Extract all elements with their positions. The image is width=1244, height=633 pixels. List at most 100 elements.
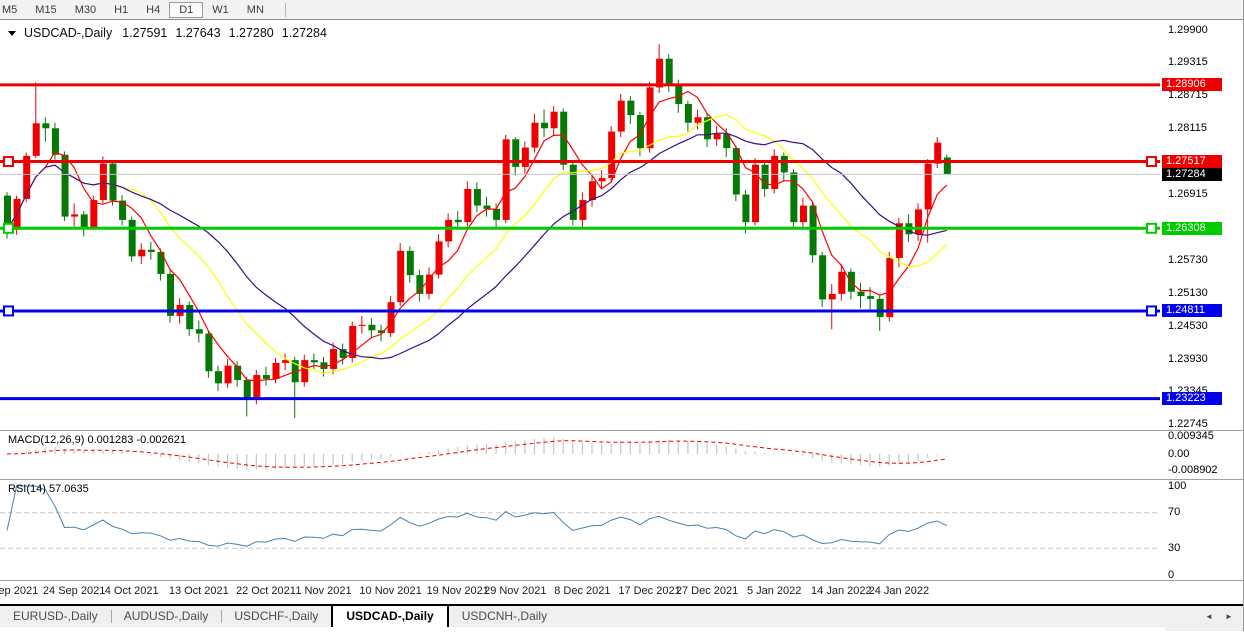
- candle: [81, 214, 88, 227]
- hline-end-marker[interactable]: [4, 224, 13, 233]
- candle: [714, 134, 721, 140]
- price-tick: 1.23930: [1168, 353, 1208, 366]
- macd-axis-tick: 0.009345: [1168, 430, 1214, 443]
- candle: [244, 380, 251, 399]
- candle: [522, 148, 529, 167]
- candle: [915, 209, 922, 234]
- hline-price-label-support-mid: 1.26308: [1162, 222, 1222, 235]
- hline-end-marker[interactable]: [1147, 224, 1156, 233]
- price-tick: 1.25130: [1168, 287, 1208, 300]
- candle: [148, 250, 155, 252]
- date-label: 5 Jan 2022: [747, 585, 801, 597]
- candle: [129, 220, 136, 256]
- macd-axis-tick: 0.00: [1168, 448, 1189, 461]
- candle: [810, 206, 817, 256]
- hline-end-marker[interactable]: [4, 306, 13, 315]
- date-label: 24 Sep 2021: [43, 585, 105, 597]
- candle: [311, 360, 318, 362]
- candle: [426, 275, 433, 294]
- chart-tab-audusd[interactable]: AUDUSD-,Daily: [111, 606, 222, 627]
- candle: [42, 123, 49, 128]
- candle: [407, 251, 414, 275]
- macd-axis-tick: -0.008902: [1168, 464, 1218, 477]
- hline-price-label-resistance: 1.27517: [1162, 155, 1222, 168]
- candle: [531, 123, 538, 148]
- candle: [867, 296, 874, 299]
- candle: [637, 115, 644, 148]
- candle: [62, 155, 69, 217]
- active-tab-strip: [0, 627, 1166, 633]
- title-high: 1.27643: [175, 26, 220, 40]
- tab-scroll-right-icon[interactable]: ►: [1222, 611, 1236, 623]
- candle: [647, 87, 654, 148]
- ma-5-line: [7, 91, 947, 380]
- candle: [877, 299, 884, 317]
- candle: [33, 123, 40, 156]
- rsi-axis-tick: 30: [1168, 542, 1180, 555]
- hline-end-marker[interactable]: [1147, 306, 1156, 315]
- candle: [71, 214, 78, 216]
- price-tick: 1.24530: [1168, 320, 1208, 333]
- candle: [819, 255, 826, 299]
- candle: [925, 164, 932, 210]
- price-tick: 1.29315: [1168, 56, 1208, 69]
- candle: [225, 366, 232, 384]
- candle: [100, 164, 107, 200]
- candle: [186, 305, 193, 329]
- candle: [445, 220, 452, 242]
- price-tick: 1.29900: [1168, 24, 1208, 37]
- candle: [368, 325, 375, 331]
- candle: [52, 128, 59, 154]
- candle: [608, 132, 615, 178]
- rsi-axis-tick: 100: [1168, 480, 1186, 493]
- candle: [273, 363, 280, 379]
- candle: [675, 84, 682, 104]
- candle: [742, 195, 749, 223]
- candle: [196, 329, 203, 333]
- chart-tab-usdcnh[interactable]: USDCNH-,Daily: [449, 606, 560, 627]
- hline-end-marker[interactable]: [4, 157, 13, 166]
- candle: [781, 156, 788, 173]
- symbol-dropdown-icon[interactable]: [8, 31, 16, 36]
- candle: [848, 272, 855, 292]
- candle: [493, 209, 500, 220]
- candle: [359, 325, 366, 326]
- chart-plot[interactable]: [0, 0, 1244, 631]
- macd-indicator-label: MACD(12,26,9) 0.001283 -0.002621: [8, 434, 186, 446]
- date-label: 4 Oct 2021: [105, 585, 159, 597]
- chart-tab-usdcad[interactable]: USDCAD-,Daily: [331, 604, 448, 627]
- candle: [503, 139, 510, 220]
- candle: [685, 104, 692, 123]
- candle: [762, 165, 769, 189]
- chart-tab-bar: EURUSD-,DailyAUDUSD-,DailyUSDCHF-,DailyU…: [0, 604, 1244, 631]
- date-label: 15 Sep 2021: [0, 585, 38, 597]
- hline-price-label-resistance-upper: 1.28906: [1162, 78, 1222, 91]
- candle: [666, 59, 673, 84]
- candle: [301, 360, 308, 382]
- candle: [330, 349, 337, 369]
- title-low: 1.27280: [229, 26, 274, 40]
- date-label: 8 Dec 2021: [554, 585, 610, 597]
- candle: [205, 334, 212, 372]
- candle: [560, 112, 567, 165]
- tab-scroll-left-icon[interactable]: ◄: [1202, 611, 1216, 623]
- candle: [253, 375, 260, 399]
- candle: [397, 251, 404, 302]
- chart-tab-usdchf[interactable]: USDCHF-,Daily: [221, 606, 331, 627]
- candle: [838, 272, 845, 294]
- candle: [858, 292, 865, 296]
- date-label: 14 Jan 2022: [811, 585, 872, 597]
- candle: [109, 164, 116, 201]
- candle: [90, 200, 97, 227]
- hline-price-label-support-lower: 1.23223: [1162, 392, 1222, 405]
- price-tick: 1.25730: [1168, 254, 1208, 267]
- candle: [627, 101, 634, 115]
- candle: [618, 101, 625, 132]
- title-open: 1.27591: [122, 26, 167, 40]
- hline-resistance[interactable]: [0, 157, 1160, 166]
- chart-tab-eurusd[interactable]: EURUSD-,Daily: [0, 606, 111, 627]
- candle: [138, 250, 145, 257]
- candle: [551, 112, 558, 129]
- rsi-indicator-label: RSI(14) 57.0635: [8, 483, 89, 495]
- hline-end-marker[interactable]: [1147, 157, 1156, 166]
